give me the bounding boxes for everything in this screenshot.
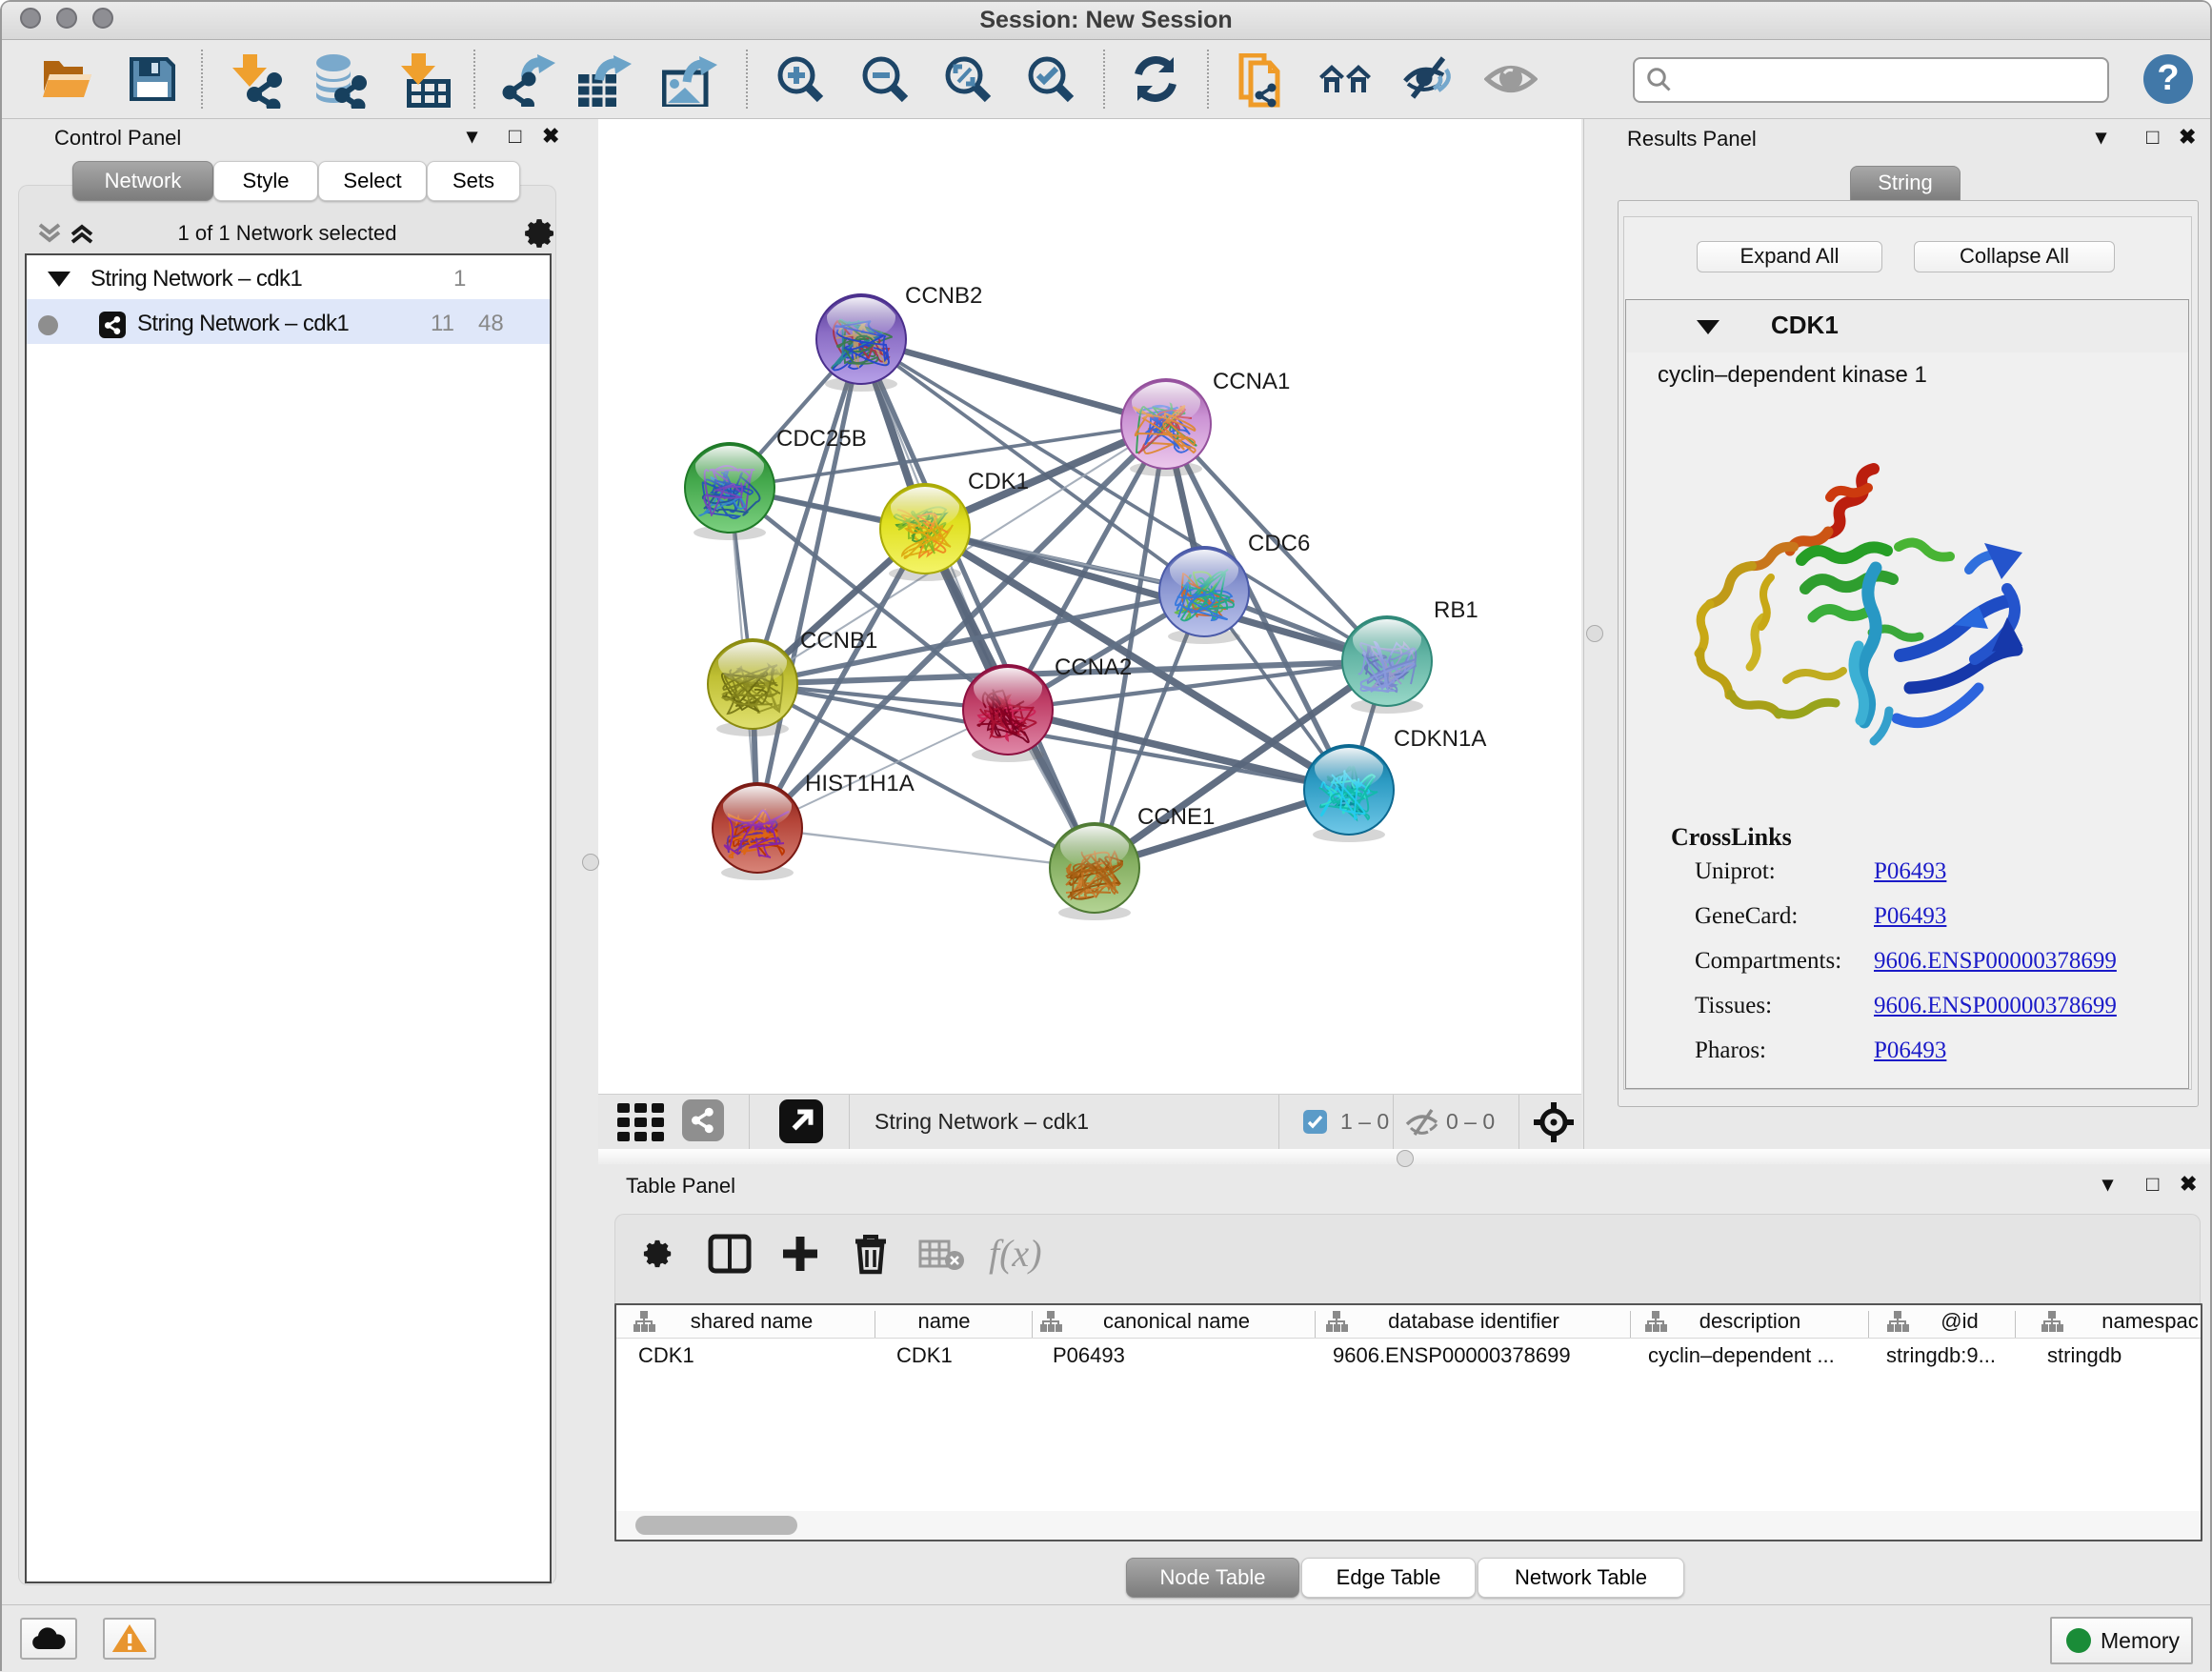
svg-text:CCNB1: CCNB1 <box>800 628 877 654</box>
svg-text:HIST1H1A: HIST1H1A <box>805 771 915 796</box>
svg-text:CDC25B: CDC25B <box>776 426 867 452</box>
svg-text:CDK1: CDK1 <box>968 469 1029 494</box>
svg-text:CDC6: CDC6 <box>1248 531 1310 556</box>
svg-text:CCNB2: CCNB2 <box>905 283 982 309</box>
svg-text:CCNE1: CCNE1 <box>1137 804 1215 830</box>
svg-text:CCNA1: CCNA1 <box>1213 369 1290 394</box>
svg-text:RB1: RB1 <box>1434 597 1478 623</box>
svg-text:CDKN1A: CDKN1A <box>1394 726 1486 752</box>
svg-text:CCNA2: CCNA2 <box>1055 655 1132 680</box>
